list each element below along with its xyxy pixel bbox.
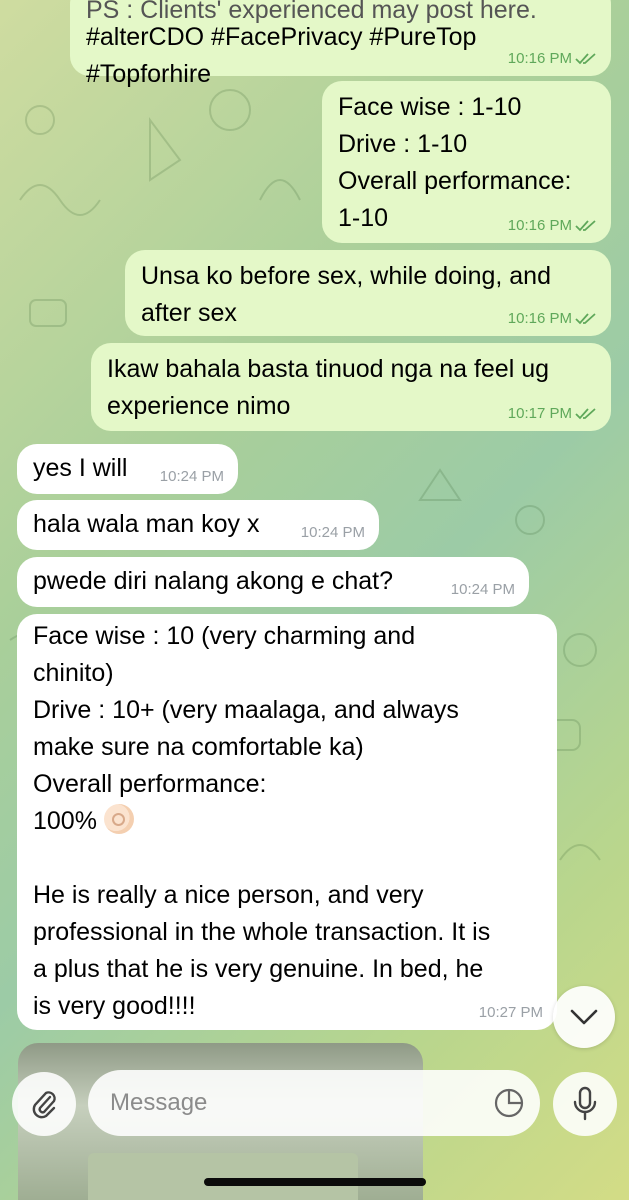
attach-button[interactable]: [12, 1072, 76, 1136]
microphone-button[interactable]: [553, 1072, 617, 1136]
message-bubble-incoming[interactable]: yes I will 10:24 PM: [17, 444, 238, 494]
scroll-to-bottom-button[interactable]: [553, 986, 615, 1048]
message-bubble-incoming[interactable]: Face wise : 10 (very charming and chinit…: [17, 614, 557, 1030]
home-indicator[interactable]: [204, 1178, 426, 1186]
message-meta: 10:24 PM: [160, 468, 224, 486]
message-field[interactable]: [88, 1070, 540, 1136]
message-bubble-outgoing[interactable]: Ikaw bahala basta tinuod nga na feel ug …: [91, 343, 611, 431]
message-time: 10:17 PM: [507, 405, 572, 422]
message-text-part: Face wise : 10 (very charming and chinit…: [33, 622, 459, 835]
message-input[interactable]: [108, 1088, 472, 1118]
message-bubble-outgoing[interactable]: Face wise : 1-10 Drive : 1-10 Overall pe…: [322, 81, 611, 243]
paperclip-icon: [32, 1091, 56, 1119]
microphone-icon: [573, 1086, 597, 1121]
double-check-icon: [575, 313, 596, 325]
sticker-icon: [494, 1088, 524, 1118]
message-meta: 10:17 PM: [508, 405, 597, 423]
message-text: yes I will: [33, 454, 128, 482]
message-meta: 10:16 PM: [508, 217, 597, 235]
message-meta: 10:24 PM: [301, 524, 365, 542]
ok-hand-emoji: [103, 804, 134, 834]
message-time: 10:16 PM: [507, 217, 572, 234]
message-text: Face wise : 10 (very charming and chinit…: [33, 618, 541, 1025]
message-time: 10:16 PM: [507, 310, 572, 327]
message-time: 10:24 PM: [450, 581, 515, 598]
message-meta: 10:16 PM: [508, 50, 597, 68]
message-meta: 10:16 PM: [508, 310, 597, 328]
message-time: 10:24 PM: [159, 468, 224, 485]
message-time: 10:16 PM: [507, 50, 572, 67]
message-bubble-incoming[interactable]: pwede diri nalang akong e chat? 10:24 PM: [17, 557, 529, 607]
double-check-icon: [575, 220, 596, 232]
sticker-button[interactable]: [492, 1086, 526, 1120]
double-check-icon: [575, 53, 596, 65]
chevron-down-icon: [570, 1009, 598, 1025]
double-check-icon: [575, 408, 596, 420]
message-bubble-outgoing[interactable]: PS : Clients' experienced may post here.…: [70, 0, 611, 88]
message-bubble-incoming[interactable]: hala wala man koy x 10:24 PM: [17, 500, 379, 550]
message-bubble-outgoing[interactable]: Unsa ko before sex, while doing, and aft…: [125, 250, 611, 336]
message-text-part: He is really a nice person, and very pro…: [33, 881, 491, 1020]
message-text: Face wise : 1-10 Drive : 1-10 Overall pe…: [338, 93, 572, 232]
message-time: 10:24 PM: [300, 524, 365, 541]
message-meta: 10:27 PM: [479, 1004, 543, 1022]
message-text: pwede diri nalang akong e chat?: [33, 567, 393, 595]
message-text: hala wala man koy x: [33, 510, 260, 538]
message-meta: 10:24 PM: [451, 581, 515, 599]
chat-area[interactable]: PS : Clients' experienced may post here.…: [0, 0, 629, 1048]
message-time: 10:27 PM: [478, 1004, 543, 1021]
